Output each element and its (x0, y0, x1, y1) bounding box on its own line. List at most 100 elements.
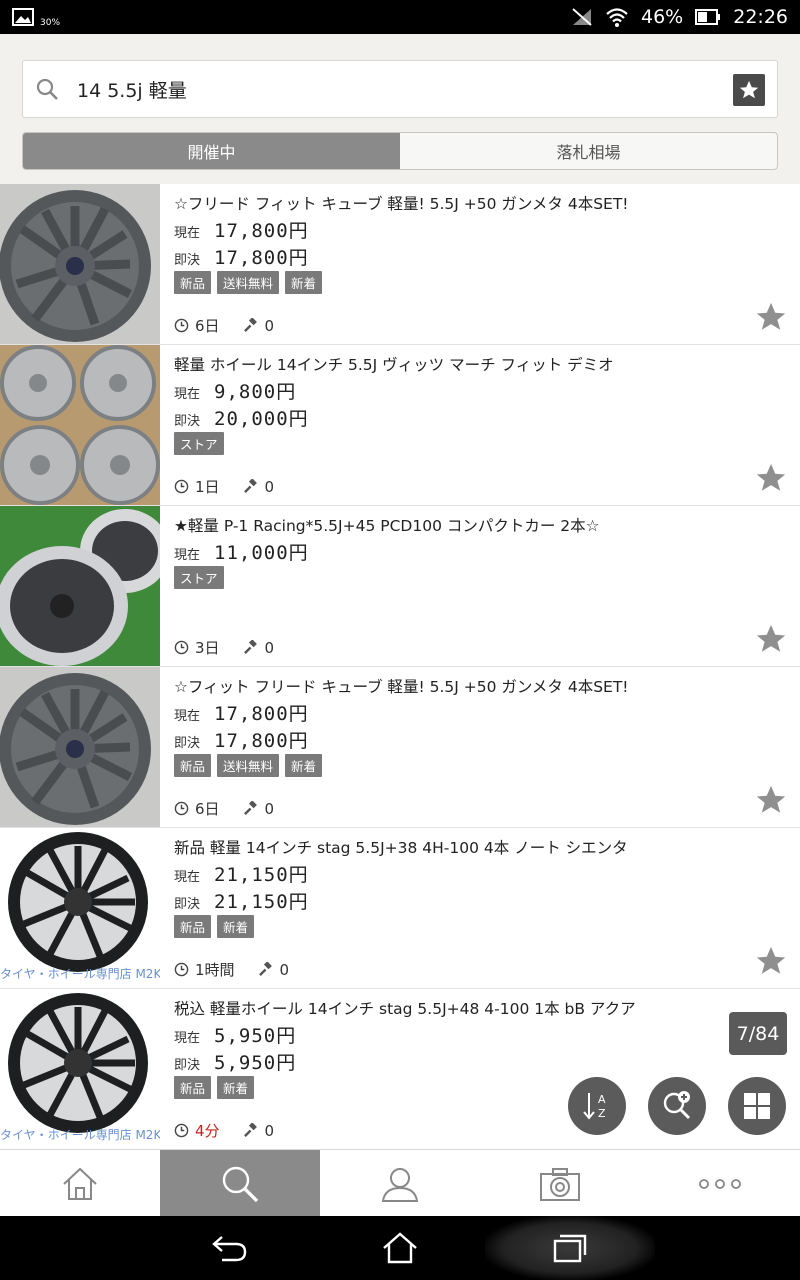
more-icon (699, 1178, 741, 1189)
list-item[interactable]: 軽量 ホイール 14インチ 5.5J ヴィッツ マーチ フィット デミオ 現在 … (0, 345, 800, 506)
gavel-icon (243, 801, 257, 815)
buyout-price-row: 即決 20,000円 (174, 404, 780, 430)
watch-star-icon[interactable] (754, 783, 788, 817)
grid-view-button[interactable] (728, 1077, 786, 1135)
badge: 新着 (285, 754, 323, 777)
silver-wheels-image (0, 345, 160, 505)
badge: 新品 (174, 915, 212, 938)
nav-home[interactable] (0, 1150, 160, 1217)
item-meta: 1時間 0 (174, 959, 289, 980)
bid-count: 0 (264, 638, 275, 657)
list-item[interactable]: タイヤ・ホイール専門店 M2K 新品 軽量 14インチ stag 5.5J+38… (0, 828, 800, 989)
current-price-label: 現在 (174, 548, 201, 563)
gavel-icon (243, 640, 257, 654)
current-price-row: 現在 21,150円 (174, 860, 780, 886)
badge: 新品 (174, 1076, 212, 1099)
buyout-price-label: 即決 (174, 736, 201, 751)
bid-count: 0 (264, 477, 275, 496)
home-icon (63, 1167, 97, 1200)
watch-star-icon[interactable] (754, 461, 788, 495)
thumbnail-watermark: タイヤ・ホイール専門店 M2K (0, 1128, 160, 1142)
search-icon (222, 1166, 259, 1202)
recents-icon (553, 1234, 587, 1263)
current-price-row: 現在 17,800円 (174, 699, 780, 725)
item-thumbnail[interactable] (0, 184, 160, 344)
item-thumbnail[interactable] (0, 345, 160, 505)
watch-star-icon[interactable] (754, 300, 788, 334)
item-title[interactable]: 税込 軽量ホイール 14インチ stag 5.5J+48 4-100 1本 bB… (174, 997, 780, 1019)
list-item[interactable]: ★軽量 P-1 Racing*5.5J+45 PCD100 コンパクトカー 2本… (0, 506, 800, 667)
time-left: 3日 (195, 639, 220, 657)
time-left: 6日 (195, 800, 220, 818)
item-meta: 1日 0 (174, 476, 274, 497)
results-list: ☆フリード フィット キューブ 軽量! 5.5J +50 ガンメタ 4本SET!… (0, 184, 800, 1149)
search-input[interactable]: 14 5.5j 軽量 (22, 60, 778, 118)
item-info: ☆フィット フリード キューブ 軽量! 5.5J +50 ガンメタ 4本SET!… (174, 675, 780, 777)
wifi-icon (606, 8, 628, 27)
back-icon (212, 1236, 247, 1262)
system-home-button[interactable] (315, 1216, 485, 1280)
current-price: 21,150円 (214, 864, 309, 886)
star-icon (739, 80, 759, 99)
item-thumbnail[interactable] (0, 667, 160, 827)
battery-icon (695, 9, 721, 25)
tab-closed-prices[interactable]: 落札相場 (400, 133, 777, 169)
current-price-label: 現在 (174, 226, 201, 241)
current-price: 5,950円 (214, 1025, 297, 1047)
clock-icon (174, 1123, 189, 1138)
list-item[interactable]: ☆フィット フリード キューブ 軽量! 5.5J +50 ガンメタ 4本SET!… (0, 667, 800, 828)
refine-search-button[interactable] (648, 1077, 706, 1135)
buyout-price-label: 即決 (174, 1058, 201, 1073)
item-title[interactable]: 新品 軽量 14インチ stag 5.5J+38 4H-100 4本 ノート シ… (174, 836, 780, 858)
current-price-row: 現在 9,800円 (174, 377, 780, 403)
tab-active-auctions[interactable]: 開催中 (23, 133, 400, 169)
item-meta: 6日 0 (174, 798, 274, 819)
badge: ストア (174, 566, 224, 589)
item-title[interactable]: ☆フィット フリード キューブ 軽量! 5.5J +50 ガンメタ 4本SET! (174, 675, 780, 697)
watch-star-icon[interactable] (754, 622, 788, 656)
current-price-row: 現在 5,950円 (174, 1021, 780, 1047)
save-search-button[interactable] (733, 74, 765, 106)
system-back-button[interactable] (145, 1216, 315, 1280)
item-thumbnail[interactable] (0, 506, 160, 666)
user-icon (381, 1167, 419, 1202)
sort-button[interactable]: A Z (568, 1077, 626, 1135)
current-price-row: 現在 17,800円 (174, 216, 780, 242)
nav-more[interactable] (640, 1150, 800, 1217)
list-item[interactable]: ☆フリード フィット キューブ 軽量! 5.5J +50 ガンメタ 4本SET!… (0, 184, 800, 345)
item-meta: 3日 0 (174, 637, 274, 658)
bid-count: 0 (264, 799, 275, 818)
time-left: 1時間 (195, 961, 235, 979)
item-info: 軽量 ホイール 14インチ 5.5J ヴィッツ マーチ フィット デミオ 現在 … (174, 353, 780, 455)
home-icon (383, 1232, 417, 1264)
buyout-price-row: 即決 17,800円 (174, 243, 780, 269)
bid-count: 0 (264, 316, 275, 335)
item-title[interactable]: 軽量 ホイール 14インチ 5.5J ヴィッツ マーチ フィット デミオ (174, 353, 780, 375)
nav-my-page[interactable] (320, 1150, 480, 1217)
search-query[interactable]: 14 5.5j 軽量 (77, 76, 187, 103)
badge: 新着 (217, 1076, 255, 1099)
grid-icon (744, 1093, 770, 1119)
camera-icon (540, 1167, 580, 1201)
sort-az-icon: A Z (583, 1093, 606, 1120)
badge: 送料無料 (217, 754, 280, 777)
current-price: 17,800円 (214, 220, 309, 242)
system-nav-bar (0, 1216, 800, 1280)
clock-icon (174, 801, 189, 816)
clock-icon (174, 318, 189, 333)
system-recents-button[interactable] (485, 1216, 655, 1280)
search-area: 14 5.5j 軽量 開催中 落札相場 (0, 34, 800, 184)
item-title[interactable]: ☆フリード フィット キューブ 軽量! 5.5J +50 ガンメタ 4本SET! (174, 192, 780, 214)
current-price: 11,000円 (214, 542, 309, 564)
nav-sell[interactable] (480, 1150, 640, 1217)
black-polished-wheel-image (0, 989, 160, 1149)
item-thumbnail[interactable]: タイヤ・ホイール専門店 M2K (0, 828, 160, 988)
buyout-price: 20,000円 (214, 408, 309, 430)
watch-star-icon[interactable] (754, 944, 788, 978)
badge: 新品 (174, 271, 212, 294)
item-thumbnail[interactable]: タイヤ・ホイール専門店 M2K (0, 989, 160, 1149)
page-indicator: 7/84 (729, 1012, 787, 1055)
item-title[interactable]: ★軽量 P-1 Racing*5.5J+45 PCD100 コンパクトカー 2本… (174, 514, 780, 536)
buyout-price: 17,800円 (214, 247, 309, 269)
nav-search[interactable] (160, 1150, 320, 1217)
